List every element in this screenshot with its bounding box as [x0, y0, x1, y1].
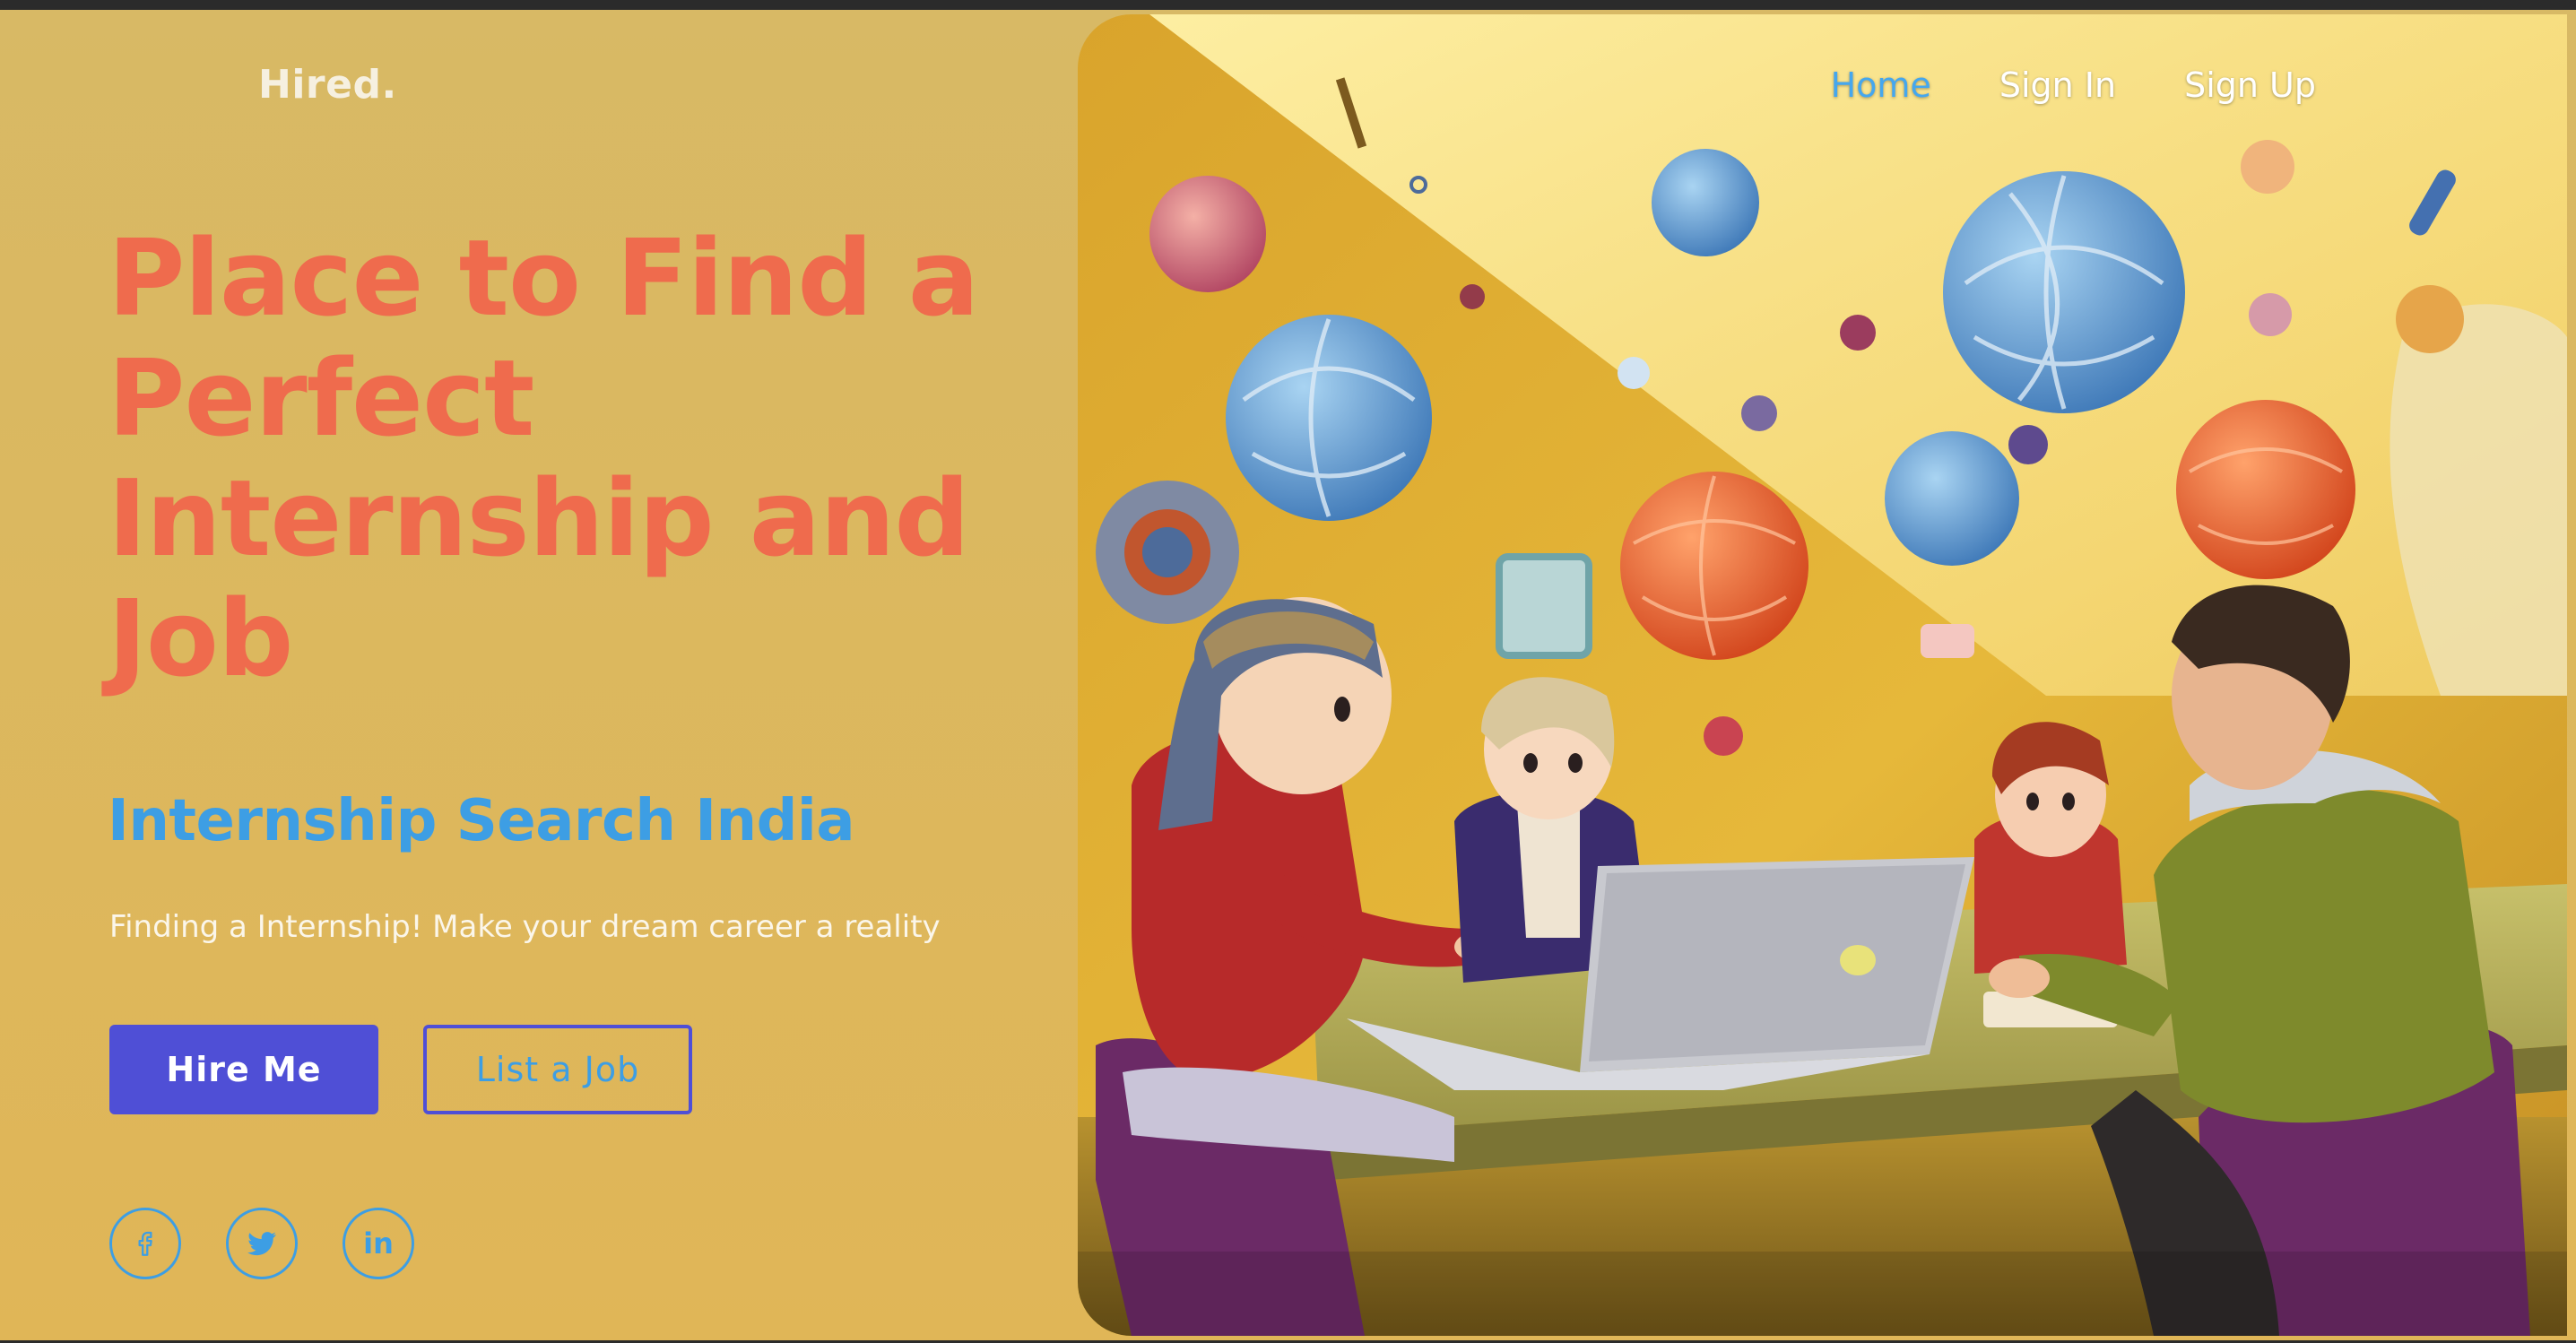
- social-links: in: [109, 1208, 414, 1279]
- linkedin-icon[interactable]: in: [343, 1208, 414, 1279]
- hero-illustration: [1078, 14, 2567, 1336]
- hero-tagline: Finding a Internship! Make your dream ca…: [109, 909, 941, 945]
- nav-sign-up[interactable]: Sign Up: [2184, 65, 2316, 105]
- facebook-icon[interactable]: [109, 1208, 181, 1279]
- top-nav: Home Sign In Sign Up: [1831, 65, 2316, 105]
- list-a-job-button[interactable]: List a Job: [423, 1025, 692, 1114]
- brand-logo[interactable]: Hired.: [258, 62, 397, 108]
- nav-sign-in[interactable]: Sign In: [1999, 65, 2116, 105]
- landing-page: Hired. Place to Find a Perfect Internshi…: [0, 10, 2576, 1340]
- nav-home[interactable]: Home: [1831, 65, 1931, 105]
- hero-image: [1078, 14, 2567, 1336]
- hire-me-button[interactable]: Hire Me: [109, 1025, 378, 1114]
- twitter-icon[interactable]: [226, 1208, 298, 1279]
- linkedin-glyph: in: [363, 1226, 394, 1261]
- hero-subheadline: Internship Search India: [108, 788, 855, 854]
- hero-headline: Place to Find a Perfect Internship and J…: [108, 216, 979, 700]
